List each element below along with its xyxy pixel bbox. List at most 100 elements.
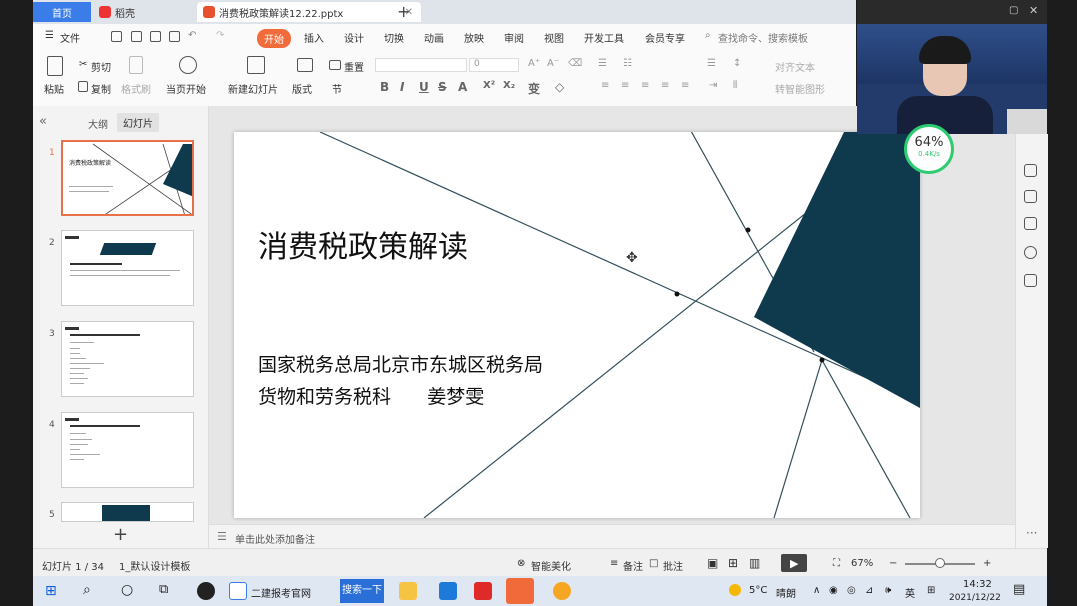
decrease-font-icon[interactable]: A⁻ <box>547 58 559 69</box>
char-spacing-icon[interactable]: 变 <box>528 80 540 97</box>
collapse-pane-icon[interactable]: « <box>39 114 47 129</box>
slide-thumbnail-2[interactable] <box>61 230 194 306</box>
from-current-button[interactable]: 当页开始 <box>166 81 206 96</box>
tab-daoke[interactable]: 稻壳 <box>93 2 195 22</box>
align-text-button[interactable]: 对齐文本 <box>775 59 815 74</box>
section-button[interactable]: 节 <box>332 81 342 96</box>
font-size-select[interactable]: 0 <box>469 58 519 72</box>
slideshow-play-button[interactable]: ▶ <box>781 554 807 572</box>
superscript-icon[interactable]: X² <box>483 80 495 91</box>
menu-insert[interactable]: 插入 <box>304 30 324 45</box>
tray-expand-icon[interactable]: ∧ <box>813 585 820 596</box>
command-search[interactable]: 查找命令、搜索模板 <box>718 30 808 45</box>
line-spacing-icon[interactable]: ☰ <box>707 58 716 69</box>
ime-indicator[interactable]: 英 <box>905 585 915 600</box>
comments-button[interactable]: 批注 <box>663 558 683 573</box>
network-icon[interactable]: ⊿ <box>865 585 873 596</box>
ime-mode-icon[interactable]: ⊞ <box>927 585 935 596</box>
align-center-icon[interactable]: ≡ <box>621 80 629 91</box>
zoom-level[interactable]: 67% <box>851 558 873 569</box>
taskbar-browser-label[interactable]: 二建报考官网 <box>251 585 311 600</box>
menu-developer[interactable]: 开发工具 <box>584 30 624 45</box>
slide-thumbnail-3[interactable] <box>61 321 194 397</box>
slide-layout-icon[interactable] <box>1024 217 1037 230</box>
font-color-icon[interactable]: A <box>458 80 467 94</box>
menu-file[interactable]: 文件 <box>60 30 80 45</box>
animation-icon[interactable] <box>1024 190 1037 203</box>
close-window-icon[interactable]: ✕ <box>1029 4 1038 17</box>
column-icon[interactable]: ⫴ <box>733 80 737 91</box>
sorter-view-icon[interactable]: ⊞ <box>728 556 738 570</box>
volume-icon[interactable]: 🕪 <box>885 585 891 596</box>
redo-icon[interactable]: ↷ <box>216 30 224 41</box>
subscript-icon[interactable]: X₂ <box>503 80 515 91</box>
menu-slideshow[interactable]: 放映 <box>464 30 484 45</box>
increase-font-icon[interactable]: A⁺ <box>528 58 540 69</box>
print-icon[interactable] <box>150 31 161 42</box>
slide-thumbnail-5[interactable] <box>61 502 194 522</box>
slide-canvas[interactable]: 消费税政策解读 国家税务总局北京市东城区税务局 货物和劳务税科 姜梦雯 ✥ <box>234 132 920 518</box>
format-painter-button[interactable]: 格式刷 <box>121 81 151 96</box>
copy-button[interactable]: 复制 <box>91 81 111 96</box>
cortana-icon[interactable]: ○ <box>121 582 133 598</box>
menu-review[interactable]: 审阅 <box>504 30 524 45</box>
hamburger-icon[interactable]: ☰ <box>45 30 54 41</box>
new-slide-button[interactable]: 新建幻灯片 <box>228 81 278 96</box>
distribute-icon[interactable]: ≡ <box>681 80 689 91</box>
align-right-icon[interactable]: ≡ <box>641 80 649 91</box>
number-list-icon[interactable]: ☷ <box>623 58 632 69</box>
reading-view-icon[interactable]: ▥ <box>749 556 760 570</box>
strikethrough-icon[interactable]: S <box>438 80 447 94</box>
properties-icon[interactable] <box>1024 164 1037 177</box>
backup-icon[interactable] <box>1024 274 1037 287</box>
italic-icon[interactable]: I <box>400 80 404 94</box>
align-left-icon[interactable]: ≡ <box>601 80 609 91</box>
zoom-in-icon[interactable]: + <box>983 558 991 569</box>
paste-button[interactable]: 粘贴 <box>44 81 64 96</box>
tab-slides[interactable]: 幻灯片 <box>117 113 159 132</box>
menu-animation[interactable]: 动画 <box>424 30 444 45</box>
menu-view[interactable]: 视图 <box>544 30 564 45</box>
notes-placeholder[interactable]: 单击此处添加备注 <box>235 531 315 546</box>
bullet-list-icon[interactable]: ☰ <box>598 58 607 69</box>
taskbar-search-button[interactable]: 搜索一下 <box>340 579 384 603</box>
tab-outline[interactable]: 大纲 <box>88 116 108 131</box>
zoom-out-icon[interactable]: − <box>889 558 897 569</box>
undo-icon[interactable]: ↶ <box>188 30 196 41</box>
underline-icon[interactable]: U <box>419 80 429 94</box>
wps-icon[interactable] <box>474 582 492 600</box>
add-slide-icon[interactable]: + <box>113 524 128 545</box>
notes-toggle-button[interactable]: 备注 <box>623 558 643 573</box>
layout-button[interactable]: 版式 <box>292 81 312 96</box>
tab-home[interactable]: 首页 <box>33 2 91 22</box>
slide-thumbnail-4[interactable] <box>61 412 194 488</box>
active-app-icon[interactable] <box>506 578 534 604</box>
menu-member[interactable]: 会员专享 <box>645 30 685 45</box>
zoom-slider-handle[interactable] <box>935 558 945 568</box>
menu-design[interactable]: 设计 <box>344 30 364 45</box>
ie-browser-icon[interactable] <box>229 582 247 600</box>
app-icon[interactable] <box>553 582 571 600</box>
mail-icon[interactable] <box>439 582 457 600</box>
template-name[interactable]: 1_默认设计模板 <box>119 558 190 573</box>
slide-title[interactable]: 消费税政策解读 <box>258 222 468 266</box>
tray-icon[interactable]: ◎ <box>847 585 856 596</box>
notes-area[interactable]: ☰ 单击此处添加备注 <box>209 524 1015 549</box>
help-icon[interactable] <box>1024 246 1037 259</box>
font-family-select[interactable] <box>375 58 467 72</box>
app-icon[interactable] <box>197 582 215 600</box>
more-icon[interactable]: ··· <box>1026 526 1037 540</box>
tray-icon[interactable]: ◉ <box>829 585 838 596</box>
slide-thumbnail-1[interactable]: 消费税政策解读 <box>61 140 194 216</box>
menu-transition[interactable]: 切换 <box>384 30 404 45</box>
convert-smartart-button[interactable]: 转智能图形 <box>775 81 825 96</box>
clear-format-icon[interactable]: ⌫ <box>568 58 582 69</box>
fit-window-icon[interactable]: ⛶ <box>833 558 840 569</box>
tab-current-file[interactable]: 消费税政策解读12.22.pptx ✕ <box>197 2 421 22</box>
reset-button[interactable]: 重置 <box>344 59 364 74</box>
save-icon[interactable] <box>111 31 122 42</box>
text-direction-icon[interactable]: ↕ <box>733 58 741 69</box>
restore-window-icon[interactable]: ▢ <box>1009 5 1018 16</box>
taskbar-search-icon[interactable]: ⌕ <box>83 582 91 598</box>
justify-icon[interactable]: ≡ <box>661 80 669 91</box>
